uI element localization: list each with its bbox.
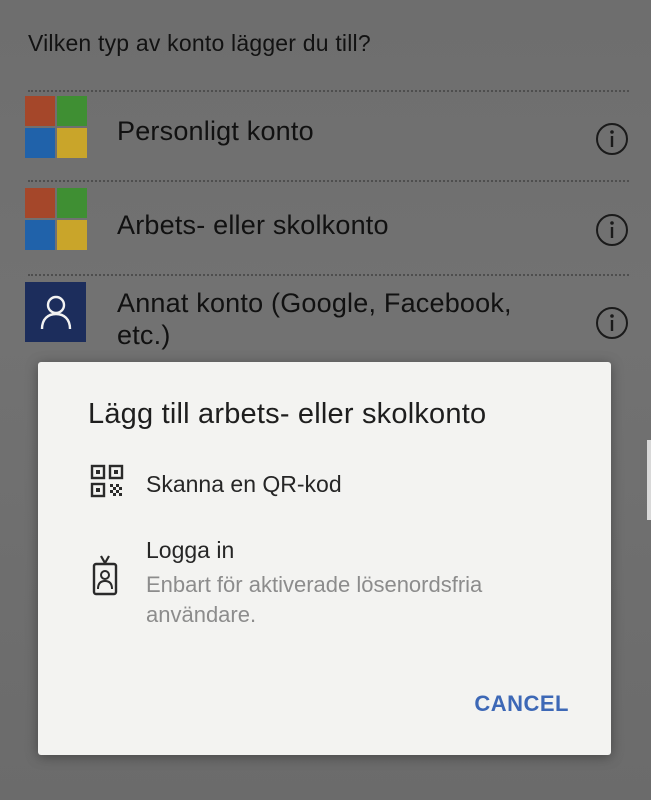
account-option-other[interactable]: Annat konto (Google, Facebook, etc.) [0, 278, 651, 362]
add-work-school-dialog: Lägg till arbets- eller skolkonto Skanna… [38, 362, 611, 755]
sign-in-sublabel-line1: Enbart för aktiverade lösenordsfria [146, 572, 483, 597]
add-account-screen: Vilken typ av konto lägger du till? Pers… [0, 0, 651, 800]
divider [28, 274, 629, 276]
scan-qr-label: Skanna en QR-kod [146, 471, 342, 497]
info-icon[interactable] [595, 306, 629, 340]
sign-in-sublabel-line2: användare. [146, 602, 257, 627]
microsoft-logo-icon [25, 188, 87, 250]
info-icon[interactable] [595, 213, 629, 247]
account-option-label: Arbets- eller skolkonto [117, 210, 389, 240]
account-option-label-line2: etc.) [117, 320, 171, 350]
sign-in-label: Logga in [146, 537, 235, 563]
page-question: Vilken typ av konto lägger du till? [28, 30, 371, 56]
cancel-button[interactable]: CANCEL [474, 691, 569, 717]
account-option-label-line1: Annat konto (Google, Facebook, [117, 288, 512, 318]
scan-qr-option[interactable]: Skanna en QR-kod [38, 456, 611, 512]
divider [28, 90, 629, 92]
account-option-personal[interactable]: Personligt konto [0, 94, 651, 180]
screen-edge [647, 440, 651, 520]
dialog-title: Lägg till arbets- eller skolkonto [88, 398, 487, 430]
account-option-label: Personligt konto [117, 116, 314, 146]
person-icon [25, 282, 86, 342]
account-option-work-school[interactable]: Arbets- eller skolkonto [0, 184, 651, 274]
microsoft-logo-icon [25, 96, 87, 158]
qr-code-icon [90, 464, 124, 498]
id-badge-icon [92, 555, 118, 596]
sign-in-option[interactable]: Logga in Enbart för aktiverade lösenords… [38, 532, 611, 642]
divider [28, 180, 629, 182]
info-icon[interactable] [595, 122, 629, 156]
